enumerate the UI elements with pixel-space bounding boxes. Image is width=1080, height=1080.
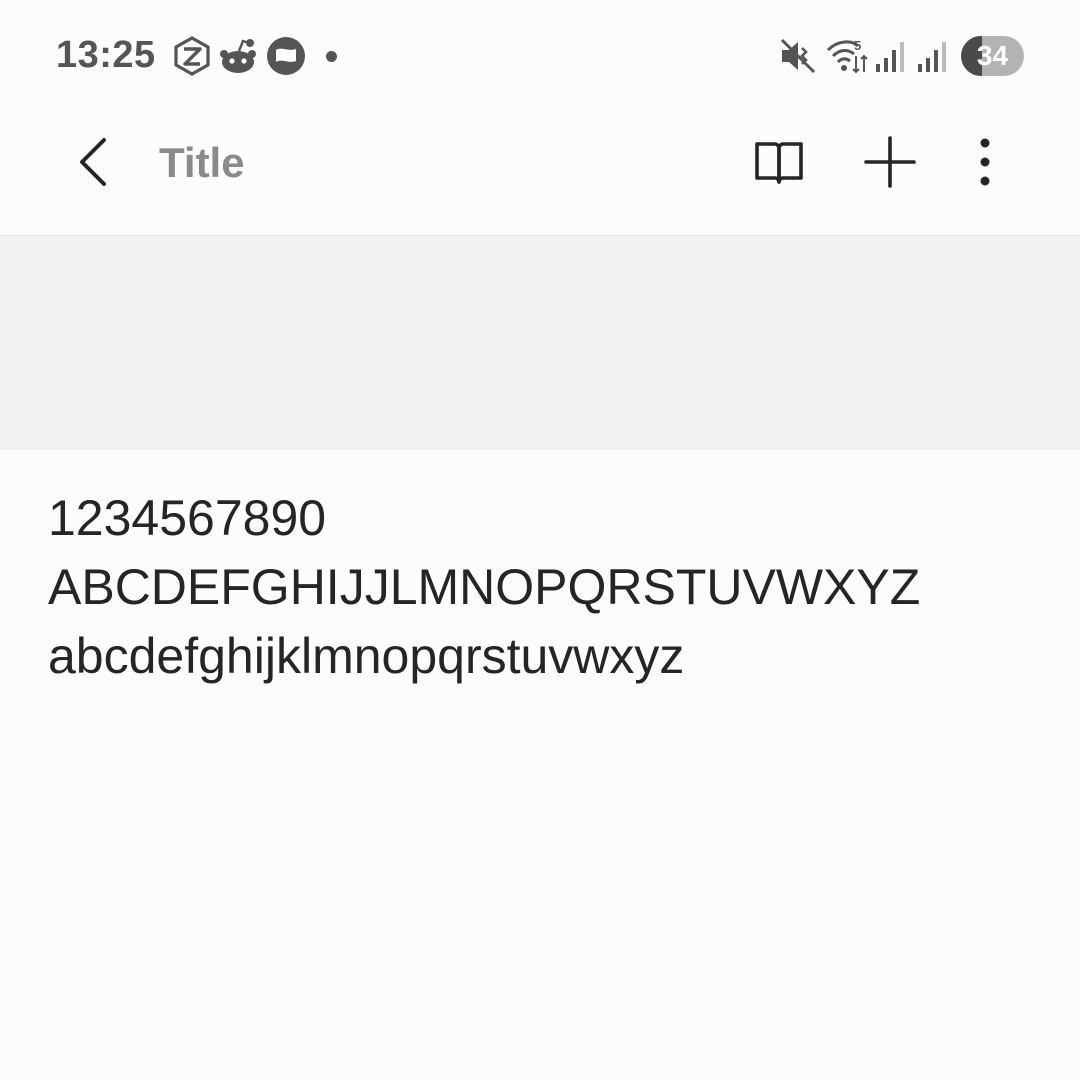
status-time: 13:25 [56,34,156,76]
content-line-digits: 1234567890 [48,490,327,546]
more-vertical-icon [980,138,990,186]
messaging-app-icon [266,36,306,76]
book-icon [755,142,803,184]
wifi-label: 5 [854,38,861,53]
reading-mode-button[interactable] [747,130,811,194]
page-title: Title [159,139,245,186]
app-bar: Title [0,112,1080,235]
wifi-icon: 5 [826,36,870,76]
signal-icon [874,36,908,76]
header-area [0,236,1080,450]
note-content[interactable]: 1234567890 ABCDEFGHIJJLMNOPQRSTUVWXYZ ab… [48,484,1048,691]
screen: 13:25 5 34 Title 1234567890 ABCDEFGHIJJL… [0,0,1080,1080]
content-line-lowercase: abcdefghijklmnopqrstuvwxyz [48,628,685,684]
battery-level: 34 [976,40,1009,71]
battery-indicator: 34 [961,36,1024,76]
status-bar: 13:25 5 34 [0,0,1080,112]
signal-icon [916,36,950,76]
back-button[interactable] [62,130,126,194]
chevron-left-icon [80,138,106,186]
notification-dot [326,51,337,62]
more-options-button[interactable] [953,130,1017,194]
zlibrary-icon [172,36,212,76]
reddit-icon [219,36,259,76]
content-line-uppercase: ABCDEFGHIJJLMNOPQRSTUVWXYZ [48,559,921,615]
add-button[interactable] [858,130,922,194]
add-icon [864,136,916,188]
muted-vibrate-icon [778,36,818,76]
